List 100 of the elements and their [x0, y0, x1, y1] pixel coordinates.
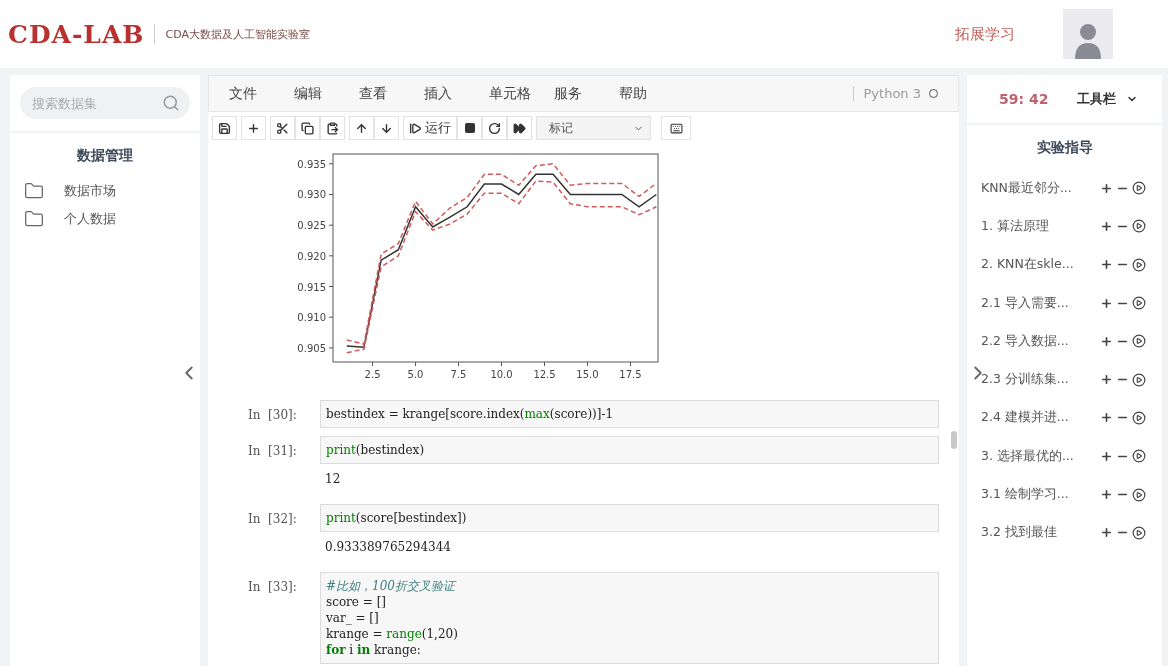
toolbar-button[interactable] — [482, 116, 507, 140]
x-tick: 15.0 — [576, 361, 599, 380]
extended-learning-link[interactable]: 拓展学习 — [955, 24, 1015, 44]
guide-item[interactable]: 2. KNN在skle... — [981, 256, 1097, 274]
plus-icon[interactable] — [1100, 526, 1113, 540]
play-circle-icon[interactable] — [1132, 487, 1146, 502]
cell-type-dropdown[interactable]: 标记 — [536, 116, 651, 140]
guide-item[interactable]: KNN最近邻分... — [981, 179, 1097, 197]
guide-item[interactable]: 2.2 导入数据... — [981, 332, 1097, 350]
y-tick-label: 0.915 — [297, 281, 326, 293]
y-tick-label: 0.910 — [297, 312, 326, 324]
panel-title: 数据管理 — [10, 131, 200, 177]
scrollbar-thumb[interactable] — [951, 431, 957, 449]
plus-icon[interactable] — [1100, 411, 1113, 425]
y-tick: 0.910 — [297, 312, 334, 324]
up-arrow-icon — [355, 121, 368, 135]
menu-item[interactable]: 查看 — [359, 84, 424, 103]
code-cell[interactable]: bestindex = krange[score.index(max(score))]-1 — [320, 400, 939, 428]
play-circle-icon[interactable] — [1132, 410, 1146, 425]
y-tick-label: 0.925 — [297, 220, 326, 232]
play-circle-icon[interactable] — [1132, 296, 1146, 311]
toolbar-button[interactable] — [457, 116, 482, 140]
menu-item[interactable]: 服务 — [554, 84, 619, 103]
play-circle-icon[interactable] — [1132, 257, 1146, 272]
menu-item[interactable]: 插入 — [424, 84, 489, 103]
menu-item[interactable]: 文件 — [229, 84, 294, 103]
plus-icon[interactable] — [1100, 258, 1113, 272]
toolbar-button[interactable] — [320, 116, 345, 140]
x-tick-label: 10.0 — [490, 369, 513, 380]
toolbar-button[interactable] — [295, 116, 320, 140]
copy-icon — [301, 121, 314, 135]
plus-icon[interactable] — [1100, 181, 1113, 195]
menu-item[interactable]: 帮助 — [619, 84, 684, 103]
play-circle-icon[interactable] — [1132, 334, 1146, 349]
play-circle-icon[interactable] — [1132, 525, 1146, 540]
y-tick-label: 0.930 — [297, 189, 326, 201]
cell-prompt: In [32]: — [248, 511, 298, 528]
x-tick-label: 7.5 — [450, 369, 467, 380]
timer: 59: 42 — [999, 91, 1049, 107]
toolbar-button[interactable] — [661, 116, 691, 140]
y-tick: 0.905 — [297, 342, 334, 354]
toolbar-button[interactable] — [507, 116, 532, 140]
run-button[interactable]: 运行 — [403, 116, 457, 140]
toolbar-button[interactable] — [212, 116, 237, 140]
guide-item[interactable]: 1. 算法原理 — [981, 217, 1097, 235]
scissors-icon — [276, 121, 289, 135]
restart-icon — [488, 121, 501, 135]
y-tick: 0.930 — [297, 189, 334, 201]
stop-icon — [463, 122, 476, 134]
x-tick: 17.5 — [619, 361, 642, 380]
plus-icon[interactable] — [1100, 449, 1113, 463]
guide-item[interactable]: 3.1 绘制学习... — [981, 486, 1097, 503]
play-circle-icon[interactable] — [1132, 449, 1146, 464]
toolbar-menu[interactable]: 工具栏 — [1071, 89, 1144, 109]
plus-icon[interactable] — [1100, 488, 1113, 501]
save-icon — [218, 121, 231, 135]
guide-item[interactable]: 3. 选择最优的... — [981, 447, 1097, 465]
x-tick: 7.5 — [450, 361, 467, 380]
search-box[interactable]: 搜索数据集 — [20, 87, 190, 119]
plus-icon[interactable] — [1100, 219, 1113, 233]
code-cell[interactable]: print(score[bestindex]) — [320, 504, 939, 532]
lab-subtitle: CDA大数据及人工智能实验室 — [165, 26, 310, 42]
y-tick-label: 0.920 — [297, 250, 326, 262]
toolbar-button[interactable] — [270, 116, 295, 140]
plus-icon — [247, 121, 260, 135]
plus-icon[interactable] — [1100, 296, 1113, 310]
toolbar-button[interactable] — [349, 116, 374, 140]
y-tick: 0.915 — [297, 281, 334, 293]
play-circle-icon[interactable] — [1132, 181, 1146, 196]
code-cell[interactable]: print(bestindex) — [320, 436, 939, 464]
x-tick-label: 17.5 — [619, 369, 642, 380]
x-tick-label: 12.5 — [533, 369, 556, 380]
search-field[interactable]: 搜索数据集 — [30, 94, 150, 112]
menu-item[interactable]: 编辑 — [294, 84, 359, 103]
play-circle-icon[interactable] — [1132, 372, 1146, 387]
panel-title: 实验指导 — [1035, 138, 1094, 157]
y-tick: 0.935 — [297, 158, 334, 170]
menu-item[interactable]: 单元格 — [489, 84, 554, 103]
cell-prompt: In [30]: — [248, 407, 298, 424]
avatar[interactable] — [1063, 9, 1113, 59]
plus-icon[interactable] — [1100, 334, 1113, 348]
toolbar-button[interactable] — [241, 116, 266, 140]
code-cell[interactable]: #比如，100折交叉验证 score = [] var_ = [] krange = range(1,20) for i in krange: — [320, 572, 939, 664]
plus-icon[interactable] — [1100, 373, 1113, 387]
x-tick: 10.0 — [490, 361, 513, 380]
guide-item[interactable]: 2.4 建模并进... — [981, 409, 1097, 427]
folder-item[interactable]: 个人数据 — [64, 210, 116, 228]
guide-item[interactable]: 2.3 分训练集... — [981, 371, 1097, 389]
guide-item[interactable]: 2.1 导入需要... — [981, 294, 1097, 312]
guide-item[interactable]: 3.2 找到最佳 — [981, 524, 1097, 542]
y-tick: 0.925 — [297, 220, 334, 232]
folder-item[interactable]: 数据市场 — [64, 182, 116, 200]
x-tick: 5.0 — [407, 361, 424, 380]
kernel-name: Python 3 — [852, 86, 921, 101]
folder-icon — [24, 209, 44, 229]
play-circle-icon[interactable] — [1132, 219, 1146, 234]
paste-icon — [326, 121, 339, 135]
logo[interactable]: CDA-LAB — [8, 19, 145, 49]
toolbar-button[interactable] — [374, 116, 399, 140]
x-tick-label: 15.0 — [576, 369, 599, 380]
